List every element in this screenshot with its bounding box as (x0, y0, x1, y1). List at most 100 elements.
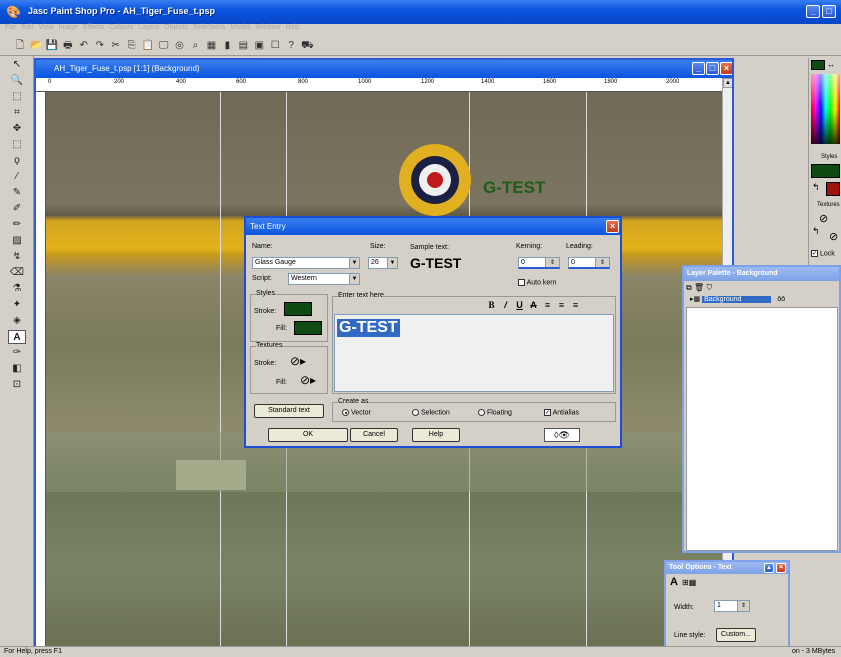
redo-icon[interactable]: ↷ (94, 40, 106, 52)
strikethrough-icon[interactable]: A (528, 300, 539, 311)
width-spinner[interactable]: 1 ⇕ (714, 600, 750, 612)
text-tool-options-icon[interactable]: A (670, 576, 678, 588)
help-button[interactable]: Help (412, 428, 460, 442)
menu-help[interactable]: Help (285, 24, 299, 31)
dropper-tool-icon[interactable]: ⁄ (8, 170, 26, 184)
menu-layers[interactable]: Layers (138, 24, 159, 31)
delete-layer-icon[interactable]: 🗑 (694, 283, 704, 292)
dialog-close-icon[interactable]: × (606, 220, 619, 233)
histogram-icon[interactable]: ▮ (221, 40, 233, 52)
menu-file[interactable]: File (5, 24, 16, 31)
scroll-up-icon[interactable]: ▲ (723, 78, 732, 88)
dropper-icon[interactable]: ⌕ (189, 40, 201, 52)
doc-close-icon[interactable]: × (720, 62, 732, 75)
pointer-tool-icon[interactable]: ↖ (8, 58, 26, 72)
menu-colours[interactable]: Colours (109, 24, 133, 31)
script-icon[interactable]: ⛟ (301, 40, 314, 52)
swap-styles-icon[interactable]: ↰ (812, 182, 820, 193)
menu-effects[interactable]: Effects (83, 24, 104, 31)
swap-colors-icon[interactable]: ↔ (827, 60, 835, 69)
swap-textures-icon[interactable]: ↰ (812, 226, 820, 237)
font-size-select[interactable]: 26 ▼ (368, 257, 398, 269)
fill-color-swatch[interactable] (294, 321, 322, 335)
screen-icon[interactable]: 🖵 (158, 40, 170, 52)
minimize-icon[interactable]: _ (806, 5, 820, 18)
stroke-style-swatch[interactable] (811, 164, 840, 178)
menu-view[interactable]: View (38, 24, 53, 31)
preview-eye-icon[interactable]: ◊👁 (544, 428, 580, 442)
maximize-icon[interactable]: □ (822, 5, 836, 18)
doc-minimize-icon[interactable]: _ (692, 62, 705, 75)
browse-icon[interactable]: ◎ (174, 40, 186, 52)
no-texture-icon[interactable]: ⊘ (819, 212, 828, 225)
deform-tool-icon[interactable]: ⬚ (8, 90, 26, 104)
italic-icon[interactable]: / (500, 300, 511, 311)
fullscreen-icon[interactable]: ☐ (269, 40, 281, 52)
crop-tool-icon[interactable]: ⌗ (8, 106, 26, 120)
palette-toggle-icon[interactable]: ▦ (205, 40, 217, 52)
bold-icon[interactable]: B (486, 300, 497, 311)
paintbrush-tool-icon[interactable]: ✎ (8, 186, 26, 200)
new-layer-icon[interactable]: ⧉ (686, 283, 692, 292)
cancel-button[interactable]: Cancel (350, 428, 398, 442)
standard-text-button[interactable]: Standard text (254, 404, 324, 418)
align-right-icon[interactable]: ≡ (570, 300, 581, 311)
menu-objects[interactable]: Objects (164, 24, 188, 31)
antialias-checkbox[interactable]: ✓ Antialias (544, 409, 579, 416)
spinner-arrows-icon[interactable]: ⇕ (595, 258, 609, 267)
save-icon[interactable]: 💾 (46, 40, 58, 52)
align-center-icon[interactable]: ≡ (556, 300, 567, 311)
overview-icon[interactable]: ▣ (253, 40, 265, 52)
preset-shapes-icon[interactable]: ◧ (8, 362, 26, 376)
script-select[interactable]: Western ▼ (288, 273, 360, 285)
auto-kern-checkbox[interactable]: Auto kern (518, 279, 557, 286)
no-texture-fill-icon[interactable]: ⊘▸ (300, 373, 316, 387)
retouch-tool-icon[interactable]: ▨ (8, 234, 26, 248)
option-tabs-icon[interactable]: ⊞▦ (682, 578, 696, 587)
menu-window[interactable]: Window (256, 24, 281, 31)
font-name-select[interactable]: Glass Gauge ▼ (252, 257, 360, 269)
spinner-arrows-icon[interactable]: ⇕ (737, 601, 749, 611)
picture-tube-icon[interactable]: ⚗ (8, 282, 26, 296)
draw-tool-icon[interactable]: ✑ (8, 346, 26, 360)
layer-options-icon[interactable]: ⛉ (706, 283, 712, 292)
new-file-icon[interactable]: 🗋 (14, 40, 26, 52)
copy-icon[interactable]: ⎘ (126, 40, 138, 52)
eraser-tool-icon[interactable]: ⌫ (8, 266, 26, 280)
no-texture-fill-icon[interactable]: ⊘ (829, 230, 838, 243)
selection-radio[interactable]: Selection (412, 409, 450, 416)
undo-icon[interactable]: ↶ (78, 40, 90, 52)
ok-button[interactable]: OK (268, 428, 348, 442)
palette-pin-icon[interactable]: ▲ (764, 563, 774, 573)
align-left-icon[interactable]: ≡ (542, 300, 553, 311)
layers-toggle-icon[interactable]: ▤ (237, 40, 249, 52)
foreground-color-swatch[interactable] (811, 60, 825, 70)
doc-maximize-icon[interactable]: □ (706, 62, 719, 75)
lasso-tool-icon[interactable]: ϙ (8, 154, 26, 168)
kerning-spinner[interactable]: 0 ⇕ (518, 257, 560, 269)
clone-tool-icon[interactable]: ✐ (8, 202, 26, 216)
text-tool-icon[interactable]: A (8, 330, 26, 344)
open-file-icon[interactable]: 📂 (30, 40, 42, 52)
stroke-color-swatch[interactable] (284, 302, 312, 316)
fill-style-swatch[interactable] (826, 182, 840, 196)
scratch-remover-icon[interactable]: ↯ (8, 250, 26, 264)
spinner-arrows-icon[interactable]: ⇕ (545, 258, 559, 267)
layer-row[interactable]: ▸▦ Background ōō (686, 295, 838, 305)
lock-checkbox[interactable]: ✓ Lock (811, 250, 835, 257)
paste-icon[interactable]: 📋 (142, 40, 154, 52)
selection-tool-icon[interactable]: ⬚ (8, 138, 26, 152)
menu-edit[interactable]: Edit (21, 24, 33, 31)
mover-tool-icon[interactable]: ✥ (8, 122, 26, 136)
vector-radio[interactable]: Vector (342, 409, 371, 416)
palette-close-icon[interactable]: × (776, 563, 786, 573)
color-replacer-icon[interactable]: ✏ (8, 218, 26, 232)
text-entry-area[interactable]: G-TEST (334, 314, 614, 392)
menu-masks[interactable]: Masks (230, 24, 250, 31)
flood-fill-icon[interactable]: ◈ (8, 314, 26, 328)
object-selector-icon[interactable]: ⊡ (8, 378, 26, 392)
cut-icon[interactable]: ✂ (110, 40, 122, 52)
floating-radio[interactable]: Floating (478, 409, 512, 416)
print-icon[interactable]: 🖶 (62, 40, 74, 52)
context-help-icon[interactable]: ? (285, 40, 297, 52)
